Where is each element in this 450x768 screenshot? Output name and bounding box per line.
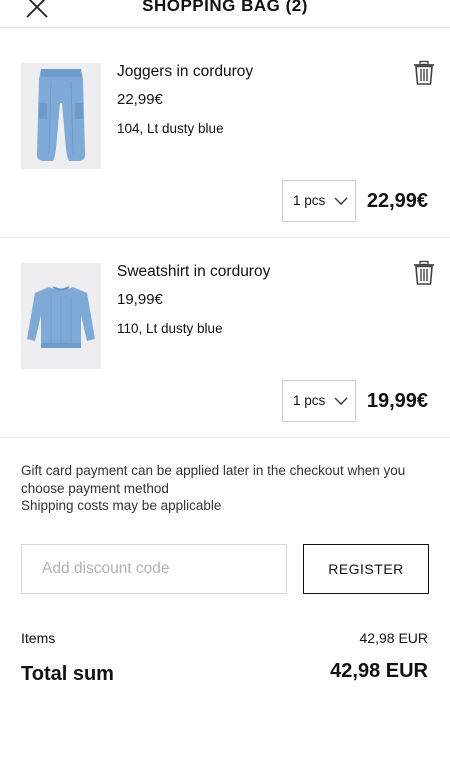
page-title: SHOPPING BAG (2) — [142, 0, 308, 15]
quantity-select[interactable]: 1 pcs — [282, 180, 356, 222]
product-variant: 104, Lt dusty blue — [117, 121, 224, 136]
quantity-select[interactable]: 1 pcs — [282, 380, 356, 422]
product-name[interactable]: Sweatshirt in corduroy — [117, 263, 270, 281]
cart-item: Joggers in corduroy 22,99€ 104, Lt dusty… — [0, 38, 450, 238]
items-label: Items — [21, 630, 56, 646]
cart-item: Sweatshirt in corduroy 19,99€ 110, Lt du… — [0, 238, 450, 438]
product-variant: 110, Lt dusty blue — [117, 321, 223, 336]
chevron-down-icon — [334, 397, 348, 405]
items-value: 42,98 EUR — [359, 630, 428, 646]
corduroy-joggers-image — [21, 63, 101, 169]
total-sum-value: 42,98 EUR — [330, 660, 428, 682]
line-total: 22,99€ — [366, 190, 428, 212]
checkout-notes: Gift card payment can be applied later i… — [21, 462, 431, 515]
app-header: SHOPPING BAG (2) — [0, 0, 450, 28]
trash-icon — [414, 260, 434, 285]
shipping-note: Shipping costs may be applicable — [21, 498, 222, 513]
product-price: 22,99€ — [117, 91, 163, 108]
product-price: 19,99€ — [117, 291, 163, 308]
remove-item-button[interactable] — [412, 60, 436, 86]
product-name[interactable]: Joggers in corduroy — [117, 63, 253, 81]
product-image[interactable] — [21, 263, 101, 369]
corduroy-sweatshirt-image — [21, 263, 101, 369]
remove-item-button[interactable] — [412, 260, 436, 286]
product-image[interactable] — [21, 63, 101, 169]
quantity-value: 1 pcs — [293, 193, 326, 208]
gift-card-note: Gift card payment can be applied later i… — [21, 463, 406, 496]
discount-code-input[interactable] — [21, 544, 287, 594]
chevron-down-icon — [334, 197, 348, 205]
trash-icon — [414, 60, 434, 85]
register-discount-button[interactable]: REGISTER — [303, 544, 429, 594]
line-total: 19,99€ — [366, 390, 428, 412]
quantity-value: 1 pcs — [293, 393, 326, 408]
total-sum-label: Total sum — [21, 663, 114, 685]
